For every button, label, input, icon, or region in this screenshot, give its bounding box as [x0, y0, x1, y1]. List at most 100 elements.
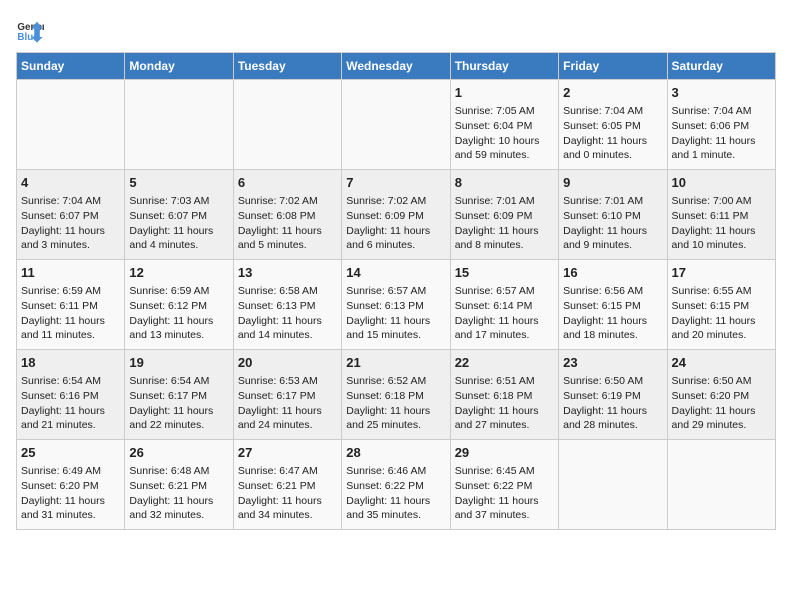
- calendar-cell: 19Sunrise: 6:54 AMSunset: 6:17 PMDayligh…: [125, 350, 233, 440]
- calendar-cell: 17Sunrise: 6:55 AMSunset: 6:15 PMDayligh…: [667, 260, 775, 350]
- day-info: Sunrise: 6:57 AM: [455, 284, 554, 299]
- day-info: Daylight: 11 hours and 34 minutes.: [238, 494, 337, 523]
- day-number: 13: [238, 264, 337, 282]
- day-info: Daylight: 11 hours and 13 minutes.: [129, 314, 228, 343]
- calendar-cell: 25Sunrise: 6:49 AMSunset: 6:20 PMDayligh…: [17, 440, 125, 530]
- day-info: Daylight: 11 hours and 28 minutes.: [563, 404, 662, 433]
- calendar-cell: 12Sunrise: 6:59 AMSunset: 6:12 PMDayligh…: [125, 260, 233, 350]
- day-number: 11: [21, 264, 120, 282]
- day-info: Sunrise: 7:02 AM: [346, 194, 445, 209]
- day-number: 29: [455, 444, 554, 462]
- day-info: Sunrise: 6:59 AM: [21, 284, 120, 299]
- calendar-cell: 13Sunrise: 6:58 AMSunset: 6:13 PMDayligh…: [233, 260, 341, 350]
- calendar-cell: 16Sunrise: 6:56 AMSunset: 6:15 PMDayligh…: [559, 260, 667, 350]
- calendar-cell: 3Sunrise: 7:04 AMSunset: 6:06 PMDaylight…: [667, 80, 775, 170]
- day-info: Daylight: 11 hours and 5 minutes.: [238, 224, 337, 253]
- calendar-cell: 10Sunrise: 7:00 AMSunset: 6:11 PMDayligh…: [667, 170, 775, 260]
- day-number: 15: [455, 264, 554, 282]
- day-info: Daylight: 11 hours and 21 minutes.: [21, 404, 120, 433]
- day-info: Sunrise: 6:45 AM: [455, 464, 554, 479]
- weekday-header-thursday: Thursday: [450, 53, 558, 80]
- calendar-week-row: 18Sunrise: 6:54 AMSunset: 6:16 PMDayligh…: [17, 350, 776, 440]
- calendar-cell: 7Sunrise: 7:02 AMSunset: 6:09 PMDaylight…: [342, 170, 450, 260]
- weekday-header-saturday: Saturday: [667, 53, 775, 80]
- day-info: Sunset: 6:18 PM: [346, 389, 445, 404]
- day-number: 21: [346, 354, 445, 372]
- day-number: 20: [238, 354, 337, 372]
- day-info: Sunset: 6:15 PM: [563, 299, 662, 314]
- day-info: Sunset: 6:15 PM: [672, 299, 771, 314]
- day-info: Daylight: 11 hours and 35 minutes.: [346, 494, 445, 523]
- day-info: Sunset: 6:06 PM: [672, 119, 771, 134]
- day-number: 12: [129, 264, 228, 282]
- day-number: 14: [346, 264, 445, 282]
- day-info: Daylight: 11 hours and 29 minutes.: [672, 404, 771, 433]
- calendar-cell: 18 Sunrise: 6:54 AMSunset: 6:16 PMDayligh…: [17, 350, 125, 440]
- day-info: Daylight: 11 hours and 11 minutes.: [21, 314, 120, 343]
- day-number: 22: [455, 354, 554, 372]
- day-info: Sunset: 6:04 PM: [455, 119, 554, 134]
- day-info: Daylight: 11 hours and 1 minute.: [672, 134, 771, 163]
- day-info: Sunrise: 6:55 AM: [672, 284, 771, 299]
- day-info: Sunset: 6:05 PM: [563, 119, 662, 134]
- calendar-cell: 1Sunrise: 7:05 AMSunset: 6:04 PMDaylight…: [450, 80, 558, 170]
- day-info: Sunrise: 7:04 AM: [21, 194, 120, 209]
- day-number: 27: [238, 444, 337, 462]
- day-info: Sunrise: 6:50 AM: [563, 374, 662, 389]
- day-info: Sunset: 6:08 PM: [238, 209, 337, 224]
- day-info: Daylight: 11 hours and 10 minutes.: [672, 224, 771, 253]
- day-info: Sunrise: 6:54 AM: [21, 374, 120, 389]
- day-info: Sunset: 6:11 PM: [21, 299, 120, 314]
- day-number: 3: [672, 84, 771, 102]
- day-info: Sunset: 6:10 PM: [563, 209, 662, 224]
- calendar-cell: 28Sunrise: 6:46 AMSunset: 6:22 PMDayligh…: [342, 440, 450, 530]
- calendar-week-row: 4 Sunrise: 7:04 AM Sunset: 6:07 PM Daylight…: [17, 170, 776, 260]
- day-number: 25: [21, 444, 120, 462]
- calendar-cell: 9Sunrise: 7:01 AMSunset: 6:10 PMDaylight…: [559, 170, 667, 260]
- day-info: Sunset: 6:18 PM: [455, 389, 554, 404]
- day-info: Sunrise: 6:51 AM: [455, 374, 554, 389]
- day-info: Daylight: 11 hours and 14 minutes.: [238, 314, 337, 343]
- day-info: Sunset: 6:11 PM: [672, 209, 771, 224]
- day-number: 16: [563, 264, 662, 282]
- weekday-header-friday: Friday: [559, 53, 667, 80]
- day-info: Sunrise: 6:52 AM: [346, 374, 445, 389]
- day-info: Sunset: 6:16 PM: [21, 389, 120, 404]
- day-number: 19: [129, 354, 228, 372]
- calendar-table: SundayMondayTuesdayWednesdayThursdayFrid…: [16, 52, 776, 530]
- calendar-week-row: 11Sunrise: 6:59 AMSunset: 6:11 PMDayligh…: [17, 260, 776, 350]
- day-info: Sunrise: 7:05 AM: [455, 104, 554, 119]
- day-number: 4: [21, 174, 120, 192]
- day-info: Sunset: 6:09 PM: [455, 209, 554, 224]
- day-number: 18: [21, 354, 120, 372]
- calendar-cell: 14Sunrise: 6:57 AMSunset: 6:13 PMDayligh…: [342, 260, 450, 350]
- calendar-cell: 26Sunrise: 6:48 AMSunset: 6:21 PMDayligh…: [125, 440, 233, 530]
- calendar-cell: [342, 80, 450, 170]
- calendar-cell: 6Sunrise: 7:02 AMSunset: 6:08 PMDaylight…: [233, 170, 341, 260]
- calendar-cell: 11 Sunrise: 6:59 AMSunset: 6:11 PMDayligh…: [17, 260, 125, 350]
- day-info: Sunset: 6:17 PM: [238, 389, 337, 404]
- day-info: Sunset: 6:13 PM: [346, 299, 445, 314]
- calendar-cell: 21Sunrise: 6:52 AMSunset: 6:18 PMDayligh…: [342, 350, 450, 440]
- day-info: Daylight: 11 hours and 8 minutes.: [455, 224, 554, 253]
- day-number: 5: [129, 174, 228, 192]
- calendar-cell: [559, 440, 667, 530]
- day-info: Sunset: 6:20 PM: [21, 479, 120, 494]
- day-info: Sunset: 6:09 PM: [346, 209, 445, 224]
- day-number: 23: [563, 354, 662, 372]
- day-info: Sunrise: 6:59 AM: [129, 284, 228, 299]
- day-info: Sunrise: 6:57 AM: [346, 284, 445, 299]
- weekday-header-wednesday: Wednesday: [342, 53, 450, 80]
- calendar-header-row: SundayMondayTuesdayWednesdayThursdayFrid…: [17, 53, 776, 80]
- day-info: Daylight: 11 hours and 3 minutes.: [21, 224, 120, 253]
- calendar-cell: 4Sunrise: 7:04 AMSunset: 6:07 PMDaylight…: [17, 170, 125, 260]
- weekday-header-tuesday: Tuesday: [233, 53, 341, 80]
- day-number: 24: [672, 354, 771, 372]
- day-info: Sunset: 6:07 PM: [129, 209, 228, 224]
- day-number: 17: [672, 264, 771, 282]
- calendar-cell: 20Sunrise: 6:53 AMSunset: 6:17 PMDayligh…: [233, 350, 341, 440]
- calendar-cell: 8Sunrise: 7:01 AMSunset: 6:09 PMDaylight…: [450, 170, 558, 260]
- day-info: Sunrise: 7:03 AM: [129, 194, 228, 209]
- day-info: Sunrise: 7:04 AM: [563, 104, 662, 119]
- day-number: 2: [563, 84, 662, 102]
